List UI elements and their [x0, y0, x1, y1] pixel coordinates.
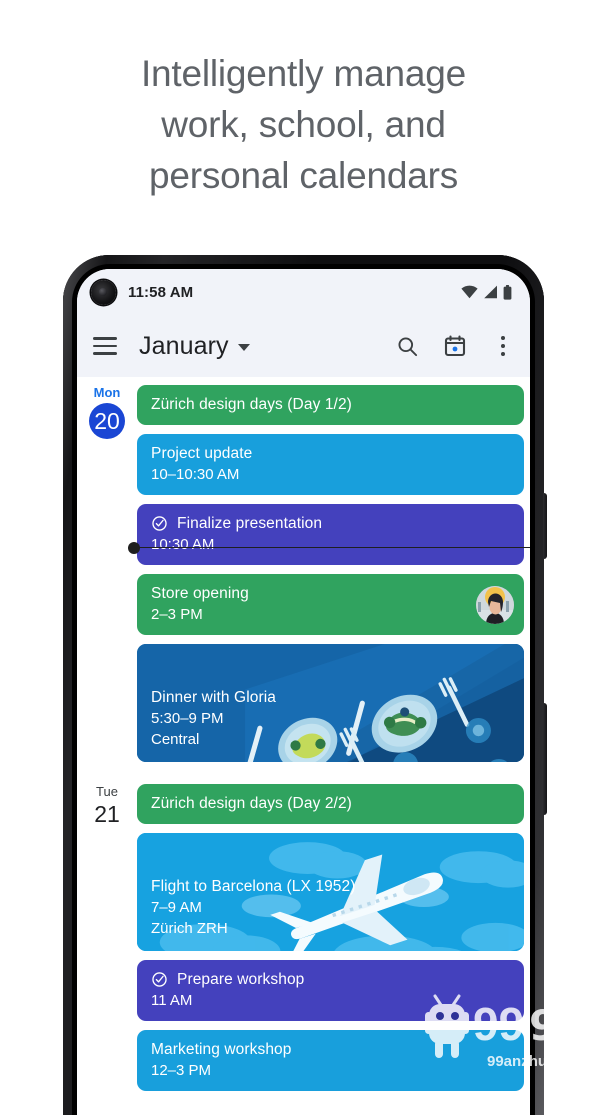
- power-button[interactable]: [543, 493, 547, 559]
- event-time: 2–3 PM: [151, 604, 510, 625]
- task-title: Prepare workshop: [177, 969, 304, 990]
- day-group-tue-21: Tue 21 Zürich design days (Day 2/2): [77, 776, 530, 1091]
- more-vertical-icon: [501, 336, 505, 356]
- day-number-label: 21: [77, 800, 137, 828]
- event-location: Central: [151, 729, 510, 750]
- event-title: Store opening: [151, 583, 510, 604]
- day-of-week-label: Mon: [77, 385, 137, 401]
- task-card[interactable]: Finalize presentation 10:30 AM: [137, 504, 524, 565]
- event-card[interactable]: Flight to Barcelona (LX 1952) 7–9 AM Zür…: [137, 833, 524, 951]
- app-bar-actions: [394, 333, 516, 359]
- front-camera-icon: [91, 280, 116, 305]
- task-time: 11 AM: [151, 990, 510, 1011]
- task-card[interactable]: Prepare workshop 11 AM: [137, 960, 524, 1021]
- event-title: Flight to Barcelona (LX 1952): [151, 876, 510, 897]
- event-card[interactable]: Zürich design days (Day 2/2): [137, 784, 524, 824]
- day-header-mon-20[interactable]: Mon 20: [77, 377, 137, 762]
- search-button[interactable]: [394, 333, 420, 359]
- phone-screen: 11:58 AM January: [77, 269, 530, 1115]
- chevron-down-icon: [238, 344, 250, 351]
- day-number-label: 20: [89, 403, 125, 439]
- task-title: Finalize presentation: [177, 513, 322, 534]
- phone-mockup: 11:58 AM January: [63, 255, 544, 1115]
- calendar-today-icon: [443, 334, 467, 358]
- avatar-image: [476, 586, 514, 624]
- month-label: January: [139, 332, 229, 361]
- agenda-list[interactable]: Mon 20 Zürich design days (Day 1/2) Proj…: [77, 377, 530, 1115]
- hamburger-menu-icon[interactable]: [93, 337, 117, 355]
- status-time: 11:58 AM: [128, 284, 193, 301]
- attendee-avatar[interactable]: [476, 586, 514, 624]
- volume-button[interactable]: [543, 703, 547, 815]
- day-events-mon-20: Zürich design days (Day 1/2) Project upd…: [137, 377, 530, 762]
- app-bar: January: [77, 315, 530, 377]
- day-group-mon-20: Mon 20 Zürich design days (Day 1/2) Proj…: [77, 377, 530, 762]
- task-time: 10:30 AM: [151, 534, 510, 555]
- month-selector[interactable]: January: [139, 332, 250, 361]
- event-time: 10–10:30 AM: [151, 464, 510, 485]
- status-bar: 11:58 AM: [77, 269, 530, 315]
- search-icon: [396, 335, 419, 358]
- headline-line-1: Intelligently manage: [0, 48, 607, 99]
- event-title: Marketing workshop: [151, 1039, 510, 1060]
- event-title: Project update: [151, 443, 510, 464]
- day-events-tue-21: Zürich design days (Day 2/2): [137, 776, 530, 1091]
- day-header-tue-21[interactable]: Tue 21: [77, 776, 137, 1091]
- wifi-icon: [461, 285, 478, 299]
- event-time: 12–3 PM: [151, 1060, 510, 1081]
- event-title: Dinner with Gloria: [151, 687, 510, 708]
- status-icons: [461, 285, 512, 300]
- event-title: Zürich design days (Day 1/2): [151, 394, 510, 415]
- event-card[interactable]: Marketing workshop 12–3 PM: [137, 1030, 524, 1091]
- today-button[interactable]: [442, 333, 468, 359]
- event-time: 5:30–9 PM: [151, 708, 510, 729]
- battery-icon: [503, 285, 512, 300]
- event-card[interactable]: Zürich design days (Day 1/2): [137, 385, 524, 425]
- event-title: Zürich design days (Day 2/2): [151, 793, 510, 814]
- headline-line-3: personal calendars: [0, 150, 607, 201]
- event-card[interactable]: Dinner with Gloria 5:30–9 PM Central: [137, 644, 524, 762]
- overflow-menu-button[interactable]: [490, 333, 516, 359]
- task-check-circle-icon: [151, 515, 168, 532]
- task-check-circle-icon: [151, 971, 168, 988]
- event-location: Zürich ZRH: [151, 918, 510, 939]
- current-time-indicator: [129, 547, 530, 548]
- signal-icon: [483, 285, 498, 299]
- headline-line-2: work, school, and: [0, 99, 607, 150]
- event-time: 7–9 AM: [151, 897, 510, 918]
- day-of-week-label: Tue: [77, 784, 137, 800]
- event-card[interactable]: Project update 10–10:30 AM: [137, 434, 524, 495]
- page-title: Intelligently manage work, school, and p…: [0, 48, 607, 201]
- event-card[interactable]: Store opening 2–3 PM: [137, 574, 524, 635]
